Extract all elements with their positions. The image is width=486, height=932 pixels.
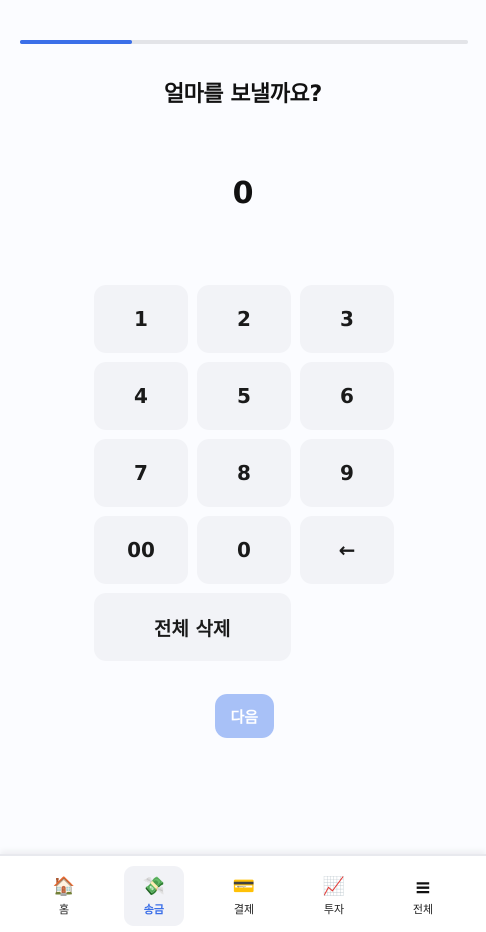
nav-item-label: 결제 xyxy=(233,902,255,916)
number-keypad: 1 2 3 4 5 6 7 8 9 00 0 ← 전체 삭제 xyxy=(94,285,394,661)
progress-bar xyxy=(20,40,468,44)
money-transfer-icon: 💸 xyxy=(142,875,166,897)
key-6[interactable]: 6 xyxy=(300,362,394,430)
key-5[interactable]: 5 xyxy=(197,362,291,430)
nav-item-invest[interactable]: 📈 투자 xyxy=(304,866,364,926)
key-4[interactable]: 4 xyxy=(94,362,188,430)
key-9[interactable]: 9 xyxy=(300,439,394,507)
menu-icon: ≡ xyxy=(414,874,432,899)
nav-item-label: 투자 xyxy=(323,902,345,916)
nav-item-home[interactable]: 🏠 홈 xyxy=(34,866,94,926)
key-1[interactable]: 1 xyxy=(94,285,188,353)
home-icon: 🏠 xyxy=(52,875,76,897)
key-double-zero[interactable]: 00 xyxy=(94,516,188,584)
amount-display: 0 xyxy=(232,176,254,211)
clear-all-button[interactable]: 전체 삭제 xyxy=(94,593,291,661)
nav-item-label: 전체 xyxy=(412,902,434,916)
key-0[interactable]: 0 xyxy=(197,516,291,584)
nav-item-label: 송금 xyxy=(143,902,165,916)
key-7[interactable]: 7 xyxy=(94,439,188,507)
backspace-key[interactable]: ← xyxy=(300,516,394,584)
key-8[interactable]: 8 xyxy=(197,439,291,507)
credit-card-icon: 💳 xyxy=(232,875,256,897)
key-3[interactable]: 3 xyxy=(300,285,394,353)
nav-item-label: 홈 xyxy=(58,902,70,916)
nav-item-payment[interactable]: 💳 결제 xyxy=(214,866,274,926)
nav-item-all[interactable]: ≡ 전체 xyxy=(393,866,453,926)
progress-bar-fill xyxy=(20,40,132,44)
page-title: 얼마를 보낼까요? xyxy=(164,82,322,107)
key-2[interactable]: 2 xyxy=(197,285,291,353)
chart-increasing-icon: 📈 xyxy=(322,875,346,897)
next-button[interactable]: 다음 xyxy=(215,694,274,738)
bottom-navigation: 🏠 홈 💸 송금 💳 결제 📈 투자 ≡ 전체 xyxy=(0,854,486,932)
nav-item-transfer[interactable]: 💸 송금 xyxy=(124,866,184,926)
